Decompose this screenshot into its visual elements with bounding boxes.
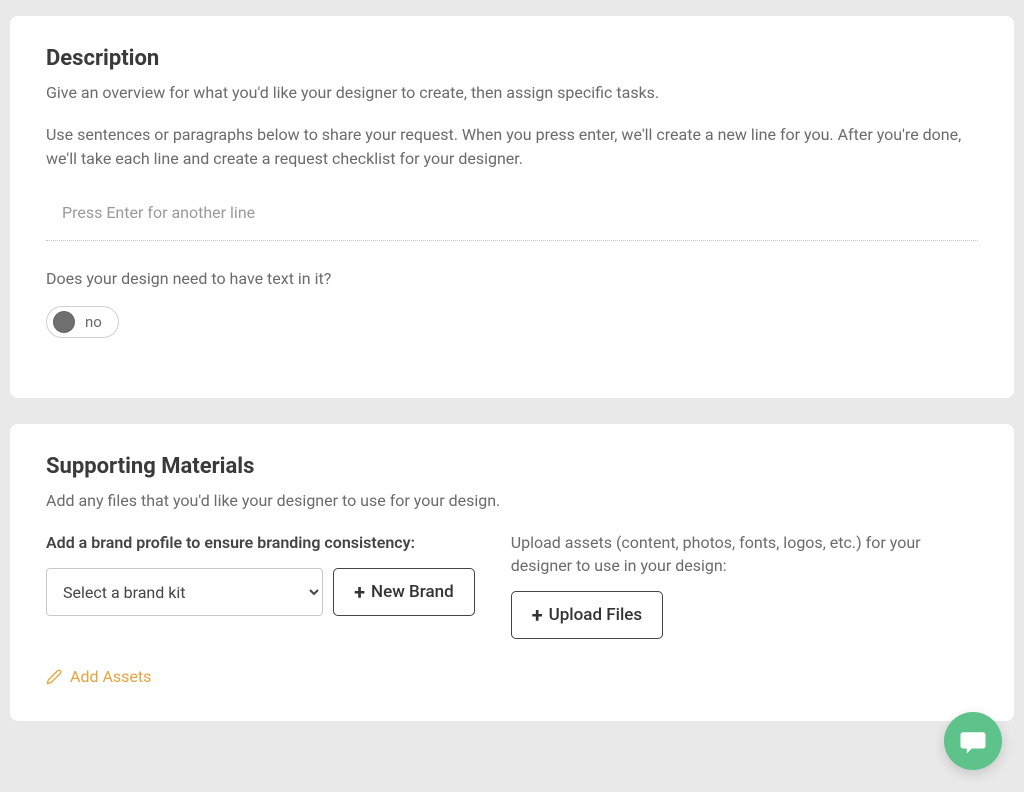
new-brand-button[interactable]: + New Brand (333, 568, 475, 616)
text-question: Does your design need to have text in it… (46, 269, 978, 288)
plus-icon: + (354, 582, 365, 602)
brand-profile-label: Add a brand profile to ensure branding c… (46, 531, 475, 554)
supporting-subtitle: Add any files that you'd like your desig… (46, 489, 978, 513)
description-intro: Give an overview for what you'd like you… (46, 81, 978, 105)
upload-files-button[interactable]: + Upload Files (511, 591, 663, 639)
brand-column: Add a brand profile to ensure branding c… (46, 531, 475, 639)
upload-assets-label: Upload assets (content, photos, fonts, l… (511, 531, 978, 577)
new-brand-label: New Brand (371, 582, 454, 602)
supporting-materials-card: Supporting Materials Add any files that … (10, 424, 1014, 721)
pencil-icon (46, 669, 62, 685)
chat-icon (958, 726, 988, 756)
add-assets-link[interactable]: Add Assets (46, 667, 151, 686)
plus-icon: + (532, 605, 543, 625)
toggle-label: no (85, 313, 102, 331)
divider (46, 240, 978, 241)
description-instructions: Use sentences or paragraphs below to sha… (46, 123, 978, 171)
chat-fab-button[interactable] (944, 712, 1002, 770)
description-input[interactable] (46, 193, 978, 240)
upload-controls: + Upload Files (511, 591, 978, 639)
supporting-columns: Add a brand profile to ensure branding c… (46, 531, 978, 639)
upload-column: Upload assets (content, photos, fonts, l… (511, 531, 978, 639)
description-title: Description (46, 46, 978, 71)
add-assets-label: Add Assets (70, 667, 151, 686)
description-card: Description Give an overview for what yo… (10, 16, 1014, 398)
brand-controls: Select a brand kit + New Brand (46, 568, 475, 616)
toggle-knob-icon (53, 311, 75, 333)
brand-kit-select[interactable]: Select a brand kit (46, 568, 323, 616)
upload-files-label: Upload Files (549, 605, 643, 625)
text-toggle[interactable]: no (46, 306, 119, 338)
supporting-title: Supporting Materials (46, 454, 978, 479)
